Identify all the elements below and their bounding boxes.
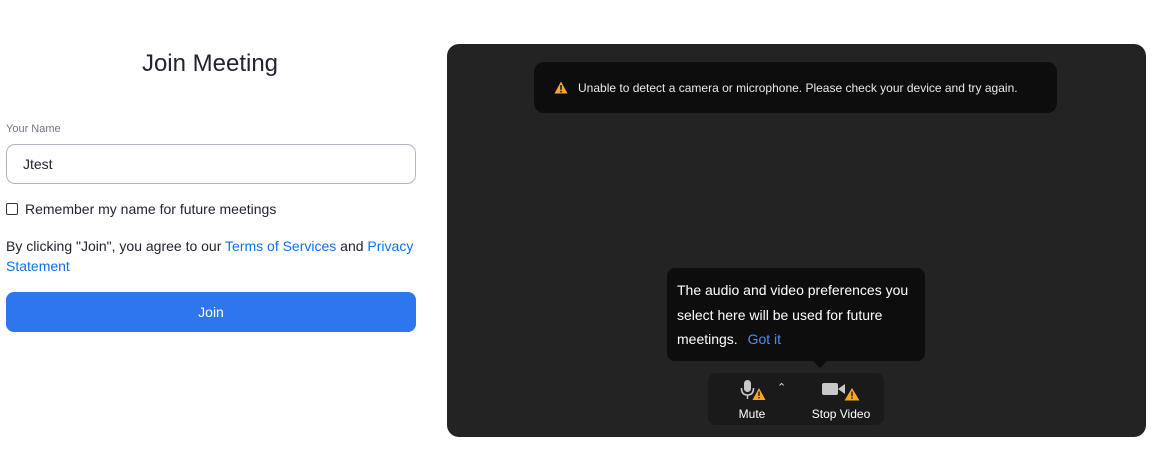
stop-video-button[interactable]: Stop Video bbox=[798, 373, 884, 425]
caret-up-icon[interactable]: ⌃ bbox=[777, 381, 786, 394]
microphone-icon bbox=[740, 379, 766, 404]
join-button[interactable]: Join bbox=[6, 292, 416, 332]
video-preview: Unable to detect a camera or microphone.… bbox=[447, 44, 1146, 437]
preferences-tooltip: The audio and video preferences you sele… bbox=[667, 268, 925, 368]
alert-text: Unable to detect a camera or microphone.… bbox=[578, 80, 1018, 95]
agree-prefix: By clicking "Join", you agree to our bbox=[6, 238, 226, 254]
tooltip-tail bbox=[813, 361, 827, 368]
page-title: Join Meeting bbox=[141, 50, 279, 77]
terms-link[interactable]: Terms of Services bbox=[225, 238, 336, 254]
got-it-link[interactable]: Got it bbox=[748, 331, 781, 347]
remember-name-row[interactable]: Remember my name for future meetings bbox=[6, 201, 276, 217]
remember-label: Remember my name for future meetings bbox=[25, 201, 277, 217]
av-controls: ⌃ Mute Stop Video bbox=[708, 373, 884, 425]
name-input[interactable] bbox=[6, 144, 416, 184]
join-form: Join Meeting Your Name Remember my name … bbox=[0, 0, 420, 461]
mute-label: Mute bbox=[738, 407, 766, 421]
agree-and: and bbox=[336, 238, 368, 254]
warning-icon bbox=[554, 81, 568, 94]
device-alert: Unable to detect a camera or microphone.… bbox=[534, 62, 1057, 113]
video-camera-icon bbox=[821, 381, 861, 404]
tooltip-text: The audio and video preferences you sele… bbox=[677, 282, 909, 347]
name-label: Your Name bbox=[6, 123, 61, 135]
remember-checkbox[interactable] bbox=[6, 203, 18, 215]
mute-button[interactable]: ⌃ Mute bbox=[708, 373, 796, 425]
stop-video-label: Stop Video bbox=[811, 407, 871, 421]
agreement-text: By clicking "Join", you agree to our Ter… bbox=[6, 236, 416, 276]
